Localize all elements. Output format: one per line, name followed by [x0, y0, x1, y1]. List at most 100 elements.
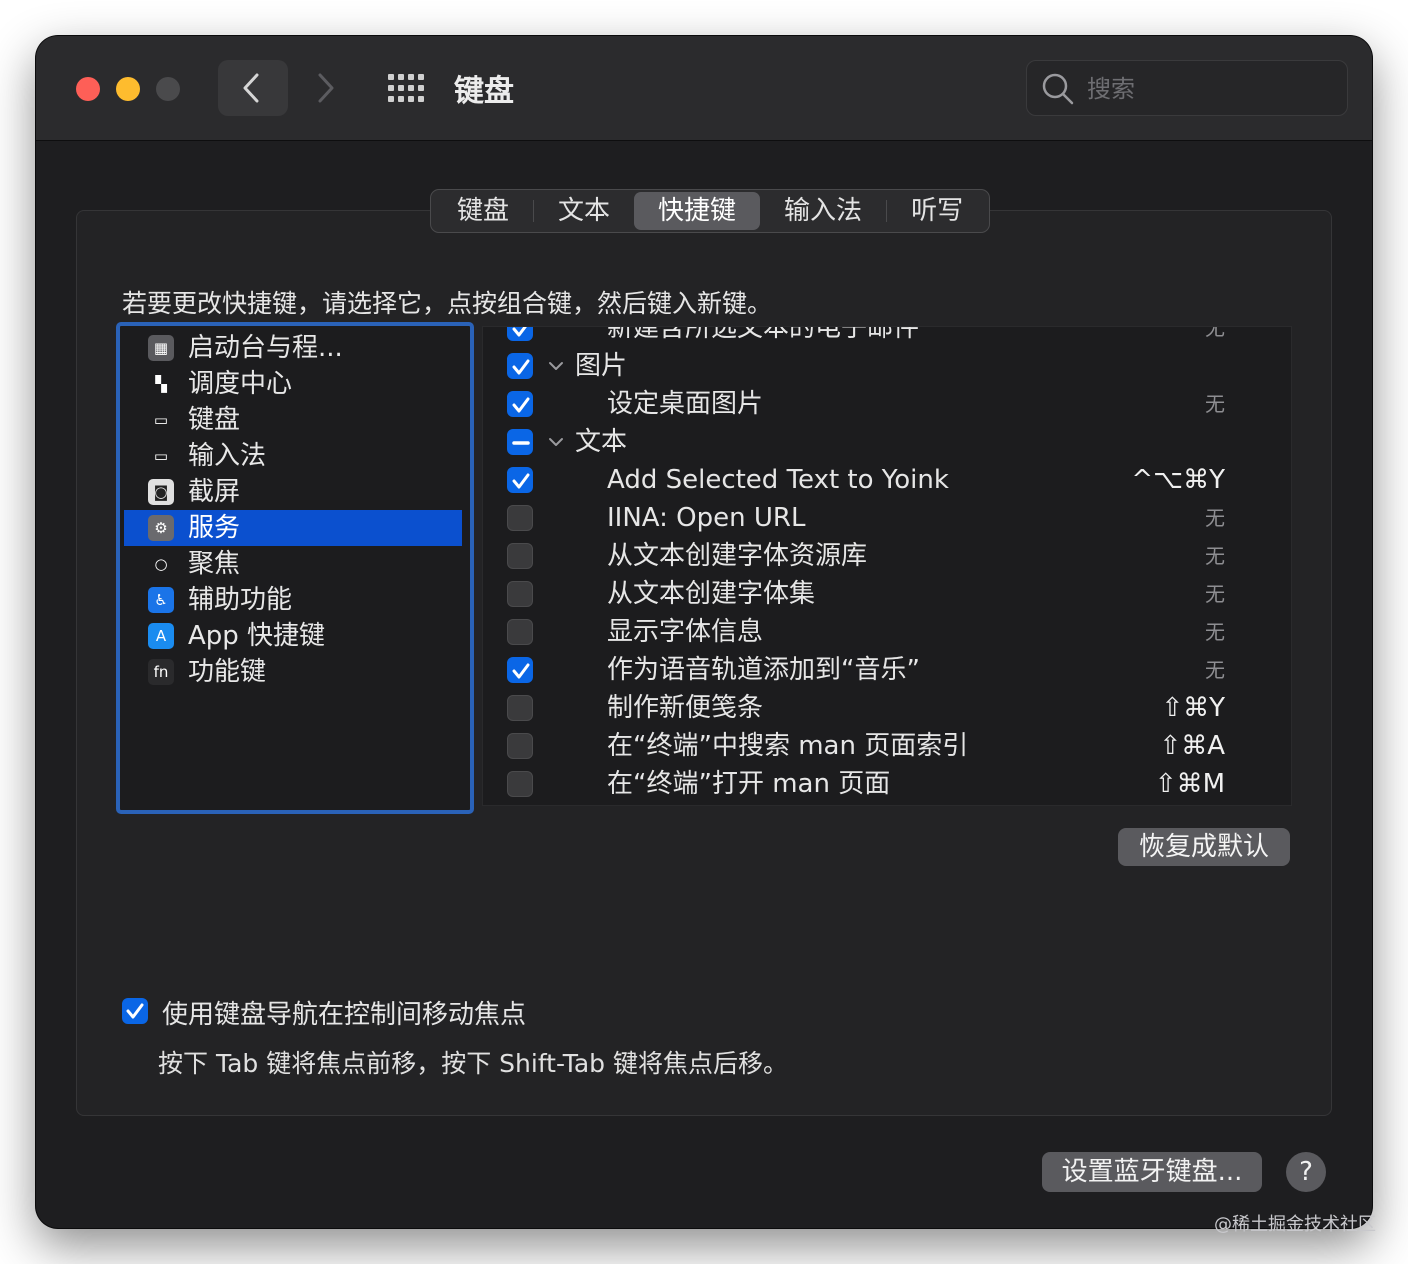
search-input[interactable] — [1085, 71, 1339, 107]
restore-defaults-button[interactable]: 恢复成默认 — [1118, 828, 1290, 866]
shortcut-checkbox[interactable] — [507, 505, 533, 531]
shortcut-row[interactable]: 从文本创建字体资源库 无 — [483, 537, 1291, 575]
shortcut-key[interactable]: 无 — [1205, 499, 1225, 537]
shortcut-checkbox[interactable] — [507, 327, 533, 341]
keyboard-navigation-checkbox[interactable] — [122, 998, 148, 1024]
shortcut-label: 设定桌面图片 — [607, 389, 764, 419]
search-icon — [1042, 73, 1074, 105]
shortcut-row[interactable]: 在“终端”打开 man 页面 ⇧⌘M — [483, 765, 1291, 803]
shortcut-row[interactable]: 制作新便笺条 ⇧⌘Y — [483, 689, 1291, 727]
shortcut-label: 在“终端”中搜索 man 页面索引 — [607, 731, 969, 761]
category-item[interactable]: ▭ 键盘 — [124, 402, 462, 438]
shortcut-key[interactable]: 无 — [1205, 613, 1225, 651]
shortcut-row[interactable]: 作为语音轨道添加到“音乐” 无 — [483, 651, 1291, 689]
window-title: 键盘 — [454, 74, 514, 109]
chevron-right-icon — [318, 73, 334, 103]
fn-key-icon: fn — [148, 659, 174, 685]
tab-text[interactable]: 文本 — [534, 192, 634, 230]
minimize-window-button[interactable] — [116, 77, 140, 101]
chevron-left-icon — [243, 73, 259, 103]
shortcut-label: IINA: Open URL — [607, 503, 806, 533]
shortcut-key[interactable]: 无 — [1205, 575, 1225, 613]
shortcut-row[interactable]: 新建含所选文本的电子邮件 无 — [483, 327, 1291, 347]
category-item[interactable]: ▚ 调度中心 — [124, 366, 462, 402]
shortcut-key[interactable]: 无 — [1205, 651, 1225, 689]
zoom-window-button[interactable] — [156, 77, 180, 101]
category-label: 启动台与程... — [188, 333, 343, 363]
category-label: 聚焦 — [188, 549, 241, 579]
category-item[interactable]: ◙ 截屏 — [124, 474, 462, 510]
tab-keyboard[interactable]: 键盘 — [433, 192, 533, 230]
shortcut-row[interactable]: IINA: Open URL 无 — [483, 499, 1291, 537]
forward-button[interactable] — [290, 60, 360, 116]
shortcut-group-row[interactable]: 文本 — [483, 423, 1291, 461]
watermark: @稀土掘金技术社区 — [1214, 1214, 1376, 1235]
shortcut-key[interactable]: 无 — [1205, 327, 1225, 347]
shortcut-key[interactable]: 无 — [1205, 385, 1225, 423]
shortcut-checkbox[interactable] — [507, 353, 533, 379]
close-window-button[interactable] — [76, 77, 100, 101]
shortcut-checkbox[interactable] — [507, 657, 533, 683]
shortcut-row[interactable]: 从文本创建字体集 无 — [483, 575, 1291, 613]
shortcut-row[interactable]: Add Selected Text to Yoink ^⌥⌘Y — [483, 461, 1291, 499]
tab-shortcuts[interactable]: 快捷键 — [634, 192, 761, 230]
shortcut-key[interactable]: ^⌥⌘Y — [1131, 461, 1225, 499]
shortcut-row[interactable]: 设定桌面图片 无 — [483, 385, 1291, 423]
app-store-icon: A — [148, 623, 174, 649]
group-label: 文本 — [575, 427, 628, 457]
checkmark-icon — [512, 359, 530, 375]
title-bar: 键盘 — [36, 36, 1372, 141]
setup-bluetooth-keyboard-button[interactable]: 设置蓝牙键盘... — [1042, 1152, 1262, 1192]
keyboard-navigation-hint: 按下 Tab 键将焦点前移，按下 Shift-Tab 键将焦点后移。 — [158, 1049, 788, 1078]
checkmark-icon — [512, 327, 527, 337]
shortcut-key[interactable]: ⇧⌘A — [1159, 727, 1225, 765]
shortcut-checkbox[interactable] — [507, 543, 533, 569]
mixed-state-icon — [512, 441, 530, 445]
category-item[interactable]: ○ 聚焦 — [124, 546, 462, 582]
shortcut-checkbox[interactable] — [507, 581, 533, 607]
checkmark-icon — [512, 473, 530, 489]
category-item[interactable]: ▭ 输入法 — [124, 438, 462, 474]
show-all-grid-icon[interactable] — [386, 70, 426, 106]
spotlight-icon: ○ — [148, 551, 174, 577]
keyboard-navigation-label: 使用键盘导航在控制间移动焦点 — [162, 1000, 527, 1030]
category-item[interactable]: ♿ 辅助功能 — [124, 582, 462, 618]
category-label: 辅助功能 — [188, 585, 293, 615]
shortcut-list[interactable]: 新建含所选文本的电子邮件无图片 设定桌面图片无文本 Add Selected Tex… — [482, 326, 1292, 806]
category-item[interactable]: ⚙ 服务 — [124, 510, 462, 546]
shortcut-checkbox[interactable] — [507, 695, 533, 721]
category-label: 键盘 — [188, 405, 241, 435]
disclosure-chevron-icon[interactable] — [547, 433, 565, 451]
help-button[interactable]: ? — [1286, 1152, 1326, 1192]
category-item[interactable]: ▦ 启动台与程... — [124, 330, 462, 366]
shortcut-label: 显示字体信息 — [607, 617, 764, 647]
tab-dictation[interactable]: 听写 — [887, 192, 987, 230]
tab-input-sources[interactable]: 输入法 — [760, 192, 886, 230]
category-item[interactable]: fn 功能键 — [124, 654, 462, 690]
checkmark-icon — [126, 1003, 144, 1019]
shortcut-row[interactable]: 在“终端”中搜索 man 页面索引 ⇧⌘A — [483, 727, 1291, 765]
keyboard-preferences-window: 键盘 键盘 文本 快捷键 输入法 听写 若要更改快捷键，请选择它，点按组合键，然… — [36, 36, 1372, 1228]
shortcut-key[interactable]: 无 — [1205, 537, 1225, 575]
back-button[interactable] — [218, 60, 288, 116]
shortcut-key[interactable]: ⇧⌘Y — [1161, 689, 1225, 727]
tab-bar: 键盘 文本 快捷键 输入法 听写 — [430, 189, 991, 233]
shortcut-checkbox[interactable] — [507, 429, 533, 455]
shortcut-label: 在“终端”打开 man 页面 — [607, 769, 891, 799]
disclosure-chevron-icon[interactable] — [547, 357, 565, 375]
shortcut-category-list[interactable]: ▦ 启动台与程... ▚ 调度中心 ▭ 键盘 ▭ 输入法 ◙ 截屏 ⚙ 服务 ○ 聚焦 ♿ 辅助功能 A App … — [116, 322, 474, 814]
shortcut-label: 从文本创建字体集 — [607, 579, 816, 609]
shortcut-group-row[interactable]: 图片 — [483, 347, 1291, 385]
category-item[interactable]: A App 快捷键 — [124, 618, 462, 654]
checkmark-icon — [512, 663, 530, 679]
shortcut-checkbox[interactable] — [507, 771, 533, 797]
shortcut-checkbox[interactable] — [507, 467, 533, 493]
shortcut-label: Add Selected Text to Yoink — [607, 465, 949, 495]
shortcut-checkbox[interactable] — [507, 619, 533, 645]
search-field[interactable] — [1026, 60, 1348, 116]
shortcut-row[interactable]: 显示字体信息 无 — [483, 613, 1291, 651]
shortcut-checkbox[interactable] — [507, 733, 533, 759]
shortcut-key[interactable]: ⇧⌘M — [1155, 765, 1225, 803]
shortcut-checkbox[interactable] — [507, 391, 533, 417]
keyboard-icon: ▭ — [148, 407, 174, 433]
